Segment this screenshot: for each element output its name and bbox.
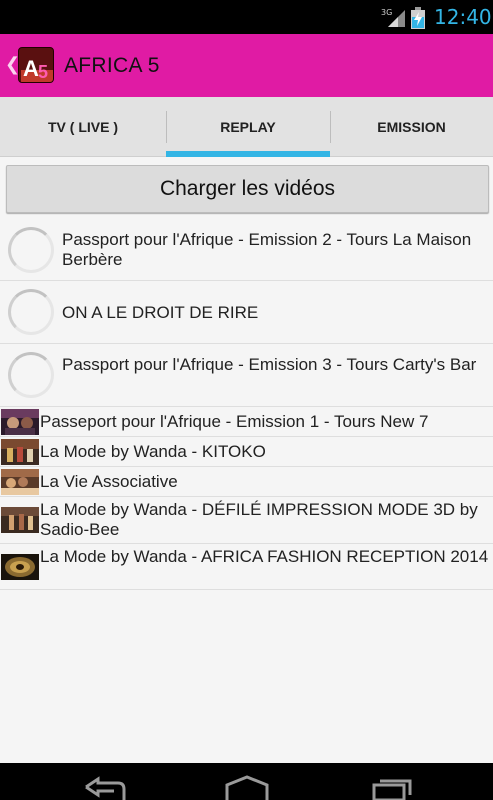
video-title: La Mode by Wanda - DÉFILÉ IMPRESSION MOD… xyxy=(40,500,478,539)
load-videos-button[interactable]: Charger les vidéos xyxy=(6,165,489,213)
app-logo[interactable]: A 5 xyxy=(18,47,54,83)
navigation-bar xyxy=(0,763,493,800)
tab-emission[interactable]: EMISSION xyxy=(330,97,493,157)
home-icon[interactable] xyxy=(224,775,270,800)
video-title: La Mode by Wanda - KITOKO xyxy=(40,442,266,461)
back-icon[interactable] xyxy=(80,775,126,800)
video-title: Passport pour l'Afrique - Emission 2 - T… xyxy=(62,230,472,269)
svg-text:A: A xyxy=(23,56,39,81)
video-thumbnail xyxy=(1,469,39,495)
signal-icon xyxy=(388,10,405,27)
list-item[interactable]: La Mode by Wanda - DÉFILÉ IMPRESSION MOD… xyxy=(0,497,493,544)
list-item[interactable]: La Mode by Wanda - AFRICA FASHION RECEPT… xyxy=(0,544,493,590)
video-title: La Vie Associative xyxy=(40,472,178,491)
video-title: Passport pour l'Afrique - Emission 3 - T… xyxy=(62,355,477,374)
recent-apps-icon[interactable] xyxy=(370,775,416,800)
app-screen: 3G 12:40 ❮ A 5 AFRICA 5 TV ( LIVE ) REPL… xyxy=(0,0,493,800)
list-item[interactable]: La Vie Associative xyxy=(0,467,493,497)
loading-spinner-icon xyxy=(8,227,54,273)
video-thumbnail xyxy=(1,439,39,465)
video-title: Passeport pour l'Afrique - Emission 1 - … xyxy=(40,412,429,431)
loading-spinner-icon xyxy=(8,352,54,398)
list-item[interactable]: La Mode by Wanda - KITOKO xyxy=(0,437,493,467)
tab-bar: TV ( LIVE ) REPLAY EMISSION xyxy=(0,97,493,157)
list-item[interactable]: Passport pour l'Afrique - Emission 3 - T… xyxy=(0,344,493,407)
video-thumbnail xyxy=(1,507,39,533)
status-bar: 3G 12:40 xyxy=(0,0,493,34)
video-title: ON A LE DROIT DE RIRE xyxy=(62,303,259,322)
video-thumbnail xyxy=(1,554,39,580)
video-list-panel: Charger les vidéos Passport pour l'Afriq… xyxy=(0,157,493,763)
svg-text:5: 5 xyxy=(38,62,48,82)
tab-replay[interactable]: REPLAY xyxy=(166,97,330,157)
video-title: La Mode by Wanda - AFRICA FASHION RECEPT… xyxy=(40,547,489,566)
video-thumbnail xyxy=(1,409,39,435)
clock: 12:40 xyxy=(434,5,492,29)
list-item[interactable]: Passport pour l'Afrique - Emission 2 - T… xyxy=(0,219,493,281)
battery-charging-icon xyxy=(411,7,425,29)
loading-spinner-icon xyxy=(8,289,54,335)
list-item[interactable]: Passeport pour l'Afrique - Emission 1 - … xyxy=(0,407,493,437)
action-bar: ❮ A 5 AFRICA 5 xyxy=(0,34,493,97)
app-title: AFRICA 5 xyxy=(64,54,160,77)
list-item[interactable]: ON A LE DROIT DE RIRE xyxy=(0,281,493,344)
tab-tv-live[interactable]: TV ( LIVE ) xyxy=(0,97,166,157)
